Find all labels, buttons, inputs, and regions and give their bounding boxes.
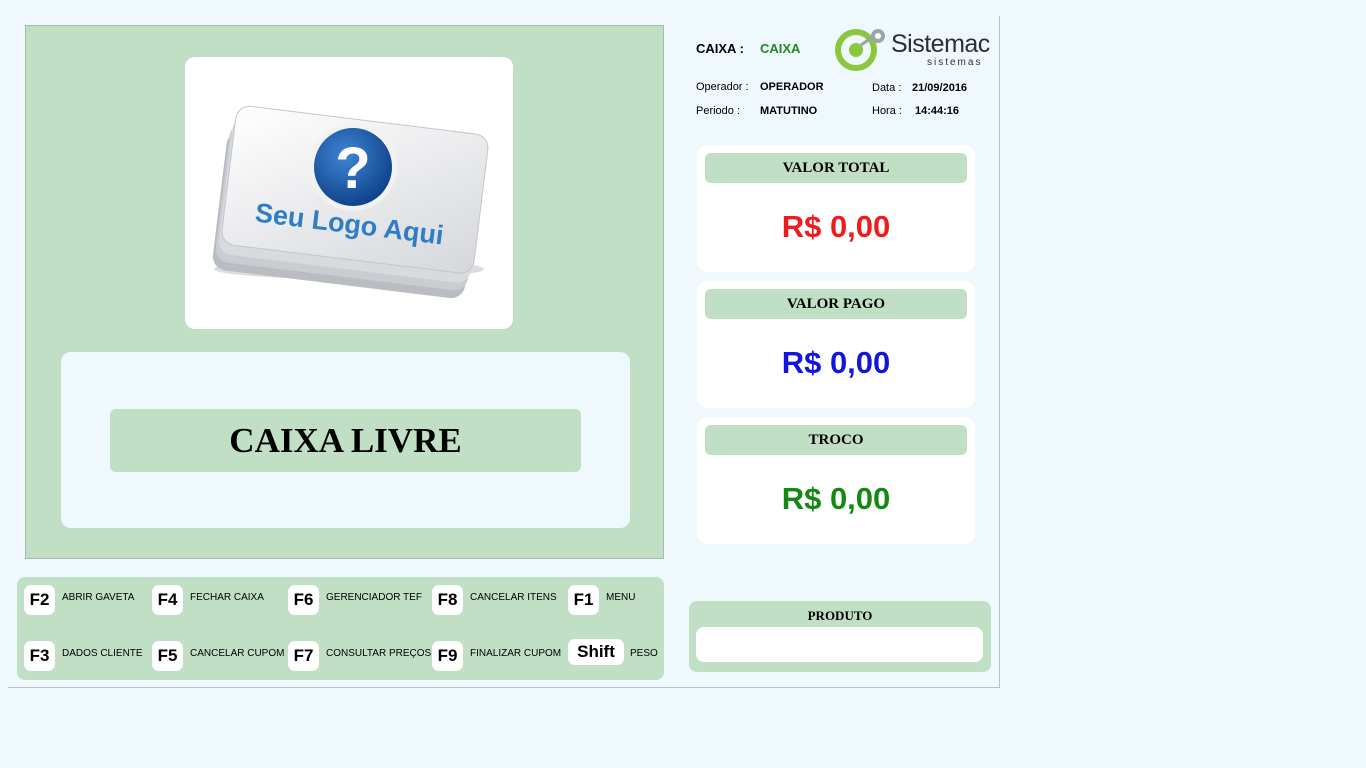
key-f3-button[interactable]: F3 [24, 641, 55, 671]
key-shift-label: PESO [630, 648, 658, 659]
operador-value: OPERADOR [760, 81, 824, 93]
logo-symbol: ? [335, 136, 370, 201]
key-f3-label: DADOS CLIENTE [62, 648, 143, 659]
valor-pago-amount: R$ 0,00 [781, 345, 891, 380]
key-f4-label: FECHAR CAIXA [190, 592, 264, 603]
valor-total-title: VALOR TOTAL [705, 153, 967, 183]
valor-total-card: VALOR TOTAL R$ 0,00 [697, 145, 975, 272]
logo-placeholder: ? Seu Logo Aqui [185, 57, 513, 329]
key-f9-label: FINALIZAR CUPOM [470, 648, 562, 659]
key-f8-label: CANCELAR ITENS [470, 592, 557, 603]
brand-name: Sistemac [891, 30, 990, 58]
key-f5-label: CANCELAR CUPOM [190, 648, 285, 659]
troco-amount: R$ 0,00 [781, 481, 891, 516]
valor-total-amount: R$ 0,00 [781, 209, 891, 244]
sistemac-logo-icon [835, 29, 885, 71]
data-label: Data : [872, 82, 902, 94]
produto-panel: PRODUTO [689, 601, 991, 672]
key-f8-button[interactable]: F8 [432, 585, 463, 615]
valor-pago-title: VALOR PAGO [705, 289, 967, 319]
periodo-value: MATUTINO [760, 105, 818, 117]
brand-subtitle: sistemas [927, 57, 983, 68]
status-pill: CAIXA LIVRE [110, 409, 581, 472]
key-shift-button[interactable]: Shift [568, 639, 624, 665]
key-f9-button[interactable]: F9 [432, 641, 463, 671]
valor-pago-card: VALOR PAGO R$ 0,00 [697, 281, 975, 408]
logo-card-stack-icon: ? Seu Logo Aqui [212, 105, 489, 299]
key-f2-button[interactable]: F2 [24, 585, 55, 615]
hora-label: Hora : [872, 105, 902, 117]
produto-title: PRODUTO [807, 608, 873, 623]
key-f6-button[interactable]: F6 [288, 585, 319, 615]
key-f1-label: MENU [606, 592, 636, 603]
key-f5-button[interactable]: F5 [152, 641, 183, 671]
troco-title: TROCO [705, 425, 967, 455]
caixa-label: CAIXA : [696, 41, 744, 56]
hora-value: 14:44:16 [915, 105, 960, 117]
key-f7-label: CONSULTAR PREÇOS [326, 648, 432, 659]
troco-card: TROCO R$ 0,00 [697, 417, 975, 544]
key-f2-label: ABRIR GAVETA [62, 592, 135, 603]
data-value: 21/09/2016 [912, 82, 968, 94]
key-f6-label: GERENCIADOR TEF [326, 592, 422, 603]
periodo-label: Periodo : [696, 105, 741, 117]
produto-input[interactable] [696, 627, 983, 662]
brand-logo: Sistemac sistemas [834, 26, 994, 72]
key-f7-button[interactable]: F7 [288, 641, 319, 671]
caixa-value: CAIXA [760, 41, 801, 56]
operador-label: Operador : [696, 81, 749, 93]
key-f1-button[interactable]: F1 [568, 585, 599, 615]
key-f4-button[interactable]: F4 [152, 585, 183, 615]
status-text: CAIXA LIVRE [229, 420, 462, 460]
